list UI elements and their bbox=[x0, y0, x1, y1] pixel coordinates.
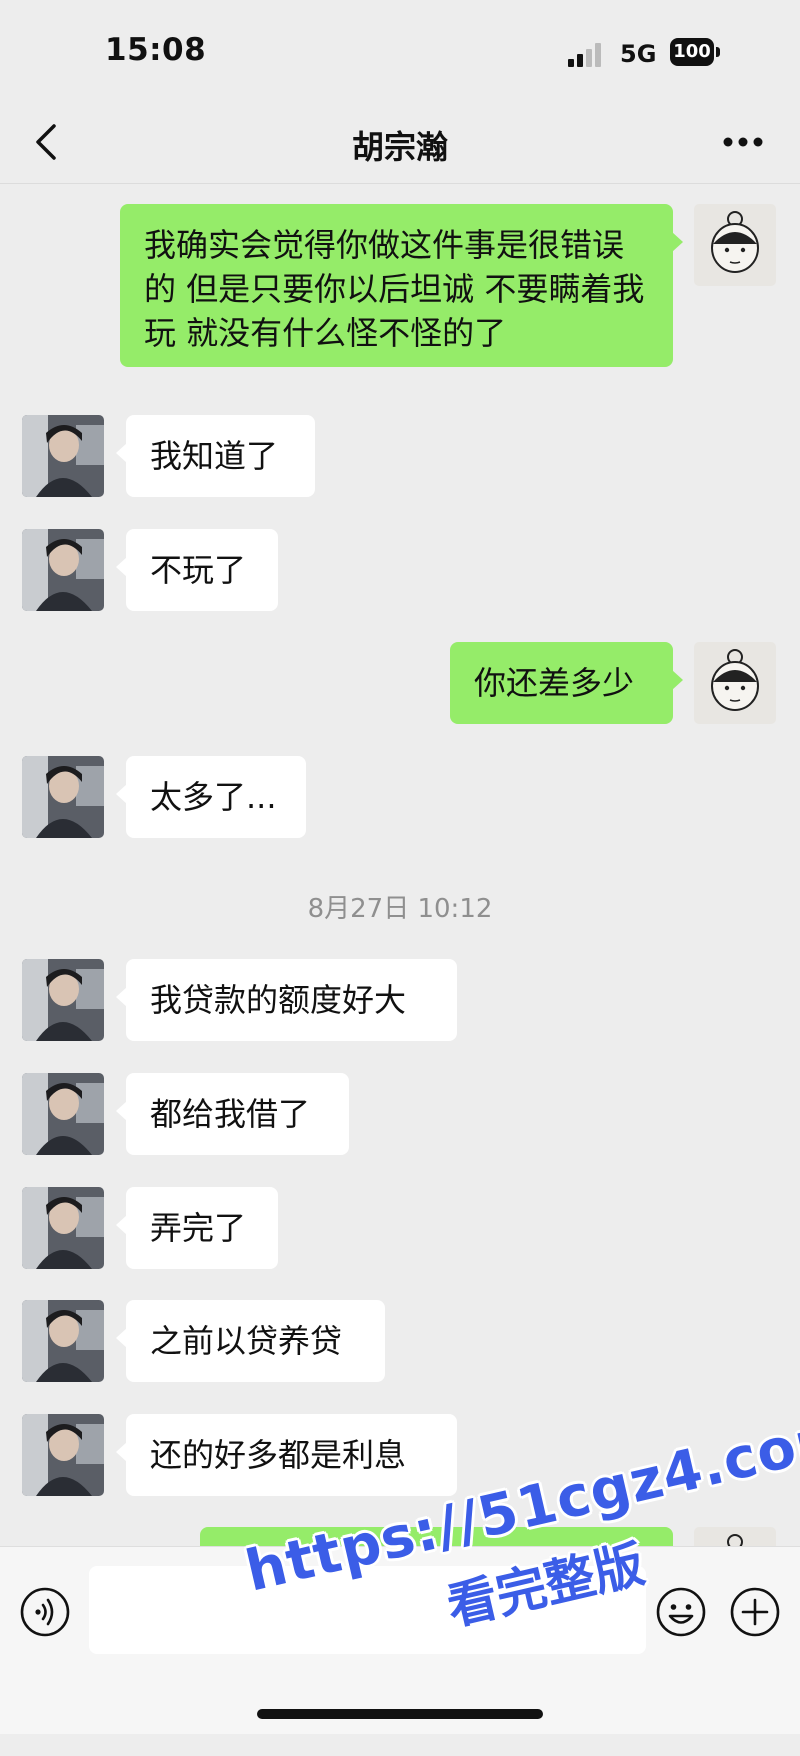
chat-title: 胡宗瀚 bbox=[351, 128, 448, 166]
input-bar bbox=[0, 1546, 800, 1734]
my-avatar[interactable] bbox=[694, 1527, 776, 1546]
plus-icon[interactable] bbox=[728, 1585, 782, 1639]
my-message-bubble[interactable]: 你还差多少 bbox=[450, 642, 683, 724]
home-indicator bbox=[257, 1709, 543, 1719]
my-message-bubble[interactable] bbox=[200, 1527, 673, 1546]
friend-avatar[interactable] bbox=[22, 1187, 104, 1269]
friend-avatar[interactable] bbox=[22, 756, 104, 838]
status-time: 15:08 bbox=[105, 32, 207, 68]
friend-message-bubble[interactable]: 还的好多都是利息 bbox=[116, 1414, 457, 1496]
friend-avatar[interactable] bbox=[22, 1414, 104, 1496]
message-text: 你还差多少 bbox=[474, 664, 635, 702]
friend-avatar[interactable] bbox=[22, 1073, 104, 1155]
message-timestamp: 8月27日 10:12 bbox=[307, 894, 493, 924]
message-text: 不玩了 bbox=[150, 551, 247, 589]
message-input[interactable] bbox=[89, 1566, 646, 1654]
friend-message-bubble[interactable]: 我贷款的额度好大 bbox=[116, 959, 457, 1041]
friend-avatar[interactable] bbox=[22, 1300, 104, 1382]
friend-avatar[interactable] bbox=[22, 415, 104, 497]
chat-header: 胡宗瀚 bbox=[0, 100, 800, 184]
friend-message-bubble[interactable]: 之前以贷养贷 bbox=[116, 1300, 385, 1382]
message-text: 还的好多都是利息 bbox=[150, 1436, 407, 1474]
my-avatar[interactable] bbox=[694, 204, 776, 286]
message-text: 我贷款的额度好大 bbox=[150, 981, 407, 1019]
my-message-bubble[interactable]: 我确实会觉得你做这件事是很错误的 但是只要你以后坦诚 不要瞒着我玩 就没有什么怪… bbox=[120, 204, 683, 367]
message-text: 都给我借了 bbox=[150, 1095, 311, 1133]
network-label: 5G bbox=[620, 40, 657, 68]
ellipsis-icon[interactable] bbox=[720, 122, 766, 162]
message-text: 之前以贷养贷 bbox=[150, 1322, 343, 1360]
my-avatar[interactable] bbox=[694, 642, 776, 724]
message-list[interactable]: 我确实会觉得你做这件事是很错误的 但是只要你以后坦诚 不要瞒着我玩 就没有什么怪… bbox=[0, 184, 800, 1546]
friend-avatar[interactable] bbox=[22, 529, 104, 611]
friend-message-bubble[interactable]: 我知道了 bbox=[116, 415, 315, 497]
message-text: 我知道了 bbox=[150, 437, 279, 475]
voice-icon[interactable] bbox=[18, 1585, 72, 1639]
friend-message-bubble[interactable]: 太多了... bbox=[116, 756, 306, 838]
friend-message-bubble[interactable]: 都给我借了 bbox=[116, 1073, 349, 1155]
signal-icon bbox=[568, 43, 608, 67]
message-text: 弄完了 bbox=[150, 1209, 247, 1247]
friend-message-bubble[interactable]: 弄完了 bbox=[116, 1187, 278, 1269]
status-bar: 15:08 5G 100 bbox=[0, 0, 800, 100]
emoji-icon[interactable] bbox=[654, 1585, 708, 1639]
friend-message-bubble[interactable]: 不玩了 bbox=[116, 529, 278, 611]
message-text: 太多了... bbox=[150, 778, 277, 816]
battery-icon: 100 bbox=[670, 38, 720, 68]
friend-avatar[interactable] bbox=[22, 959, 104, 1041]
battery-level: 100 bbox=[670, 38, 714, 66]
message-text: 我确实会觉得你做这件事是很错误的 但是只要你以后坦诚 不要瞒着我玩 就没有什么怪… bbox=[144, 226, 645, 352]
